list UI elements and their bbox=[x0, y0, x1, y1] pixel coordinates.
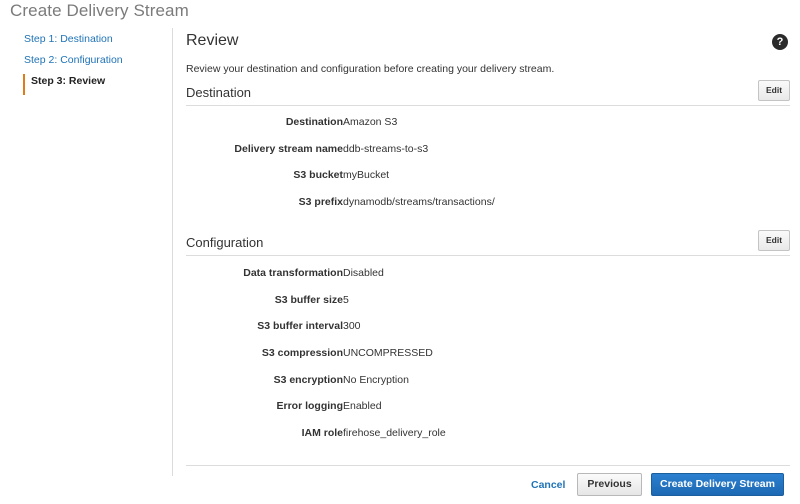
review-heading: Review bbox=[186, 32, 239, 49]
row-value: Amazon S3 bbox=[343, 116, 398, 128]
configuration-section-title: Configuration bbox=[186, 235, 264, 250]
row-value: dynamodb/streams/transactions/ bbox=[343, 196, 495, 208]
destination-section-header: Destination Edit bbox=[186, 80, 790, 106]
footer-divider bbox=[186, 465, 790, 466]
row-key: Delivery stream name bbox=[234, 143, 343, 155]
cancel-link[interactable]: Cancel bbox=[531, 479, 565, 491]
s3-bucket-row: S3 bucket myBucket bbox=[186, 169, 790, 185]
destination-edit-button[interactable]: Edit bbox=[758, 80, 790, 101]
iam-role-row: IAM role firehose_delivery_role bbox=[186, 427, 790, 443]
row-value: ddb-streams-to-s3 bbox=[343, 143, 429, 155]
row-key: S3 buffer size bbox=[274, 294, 343, 306]
data-transformation-row: Data transformation Disabled bbox=[186, 267, 790, 283]
sidebar-divider bbox=[172, 28, 173, 476]
row-key: S3 buffer interval bbox=[257, 320, 343, 332]
row-value: No Encryption bbox=[343, 374, 409, 386]
row-value: UNCOMPRESSED bbox=[343, 347, 433, 359]
help-icon[interactable]: ? bbox=[772, 34, 788, 50]
row-key: S3 encryption bbox=[273, 374, 343, 386]
review-description: Review your destination and configuratio… bbox=[186, 63, 555, 75]
row-key: S3 prefix bbox=[298, 196, 343, 208]
row-value: Enabled bbox=[343, 400, 382, 412]
row-value: 5 bbox=[343, 294, 349, 306]
s3-encryption-row: S3 encryption No Encryption bbox=[186, 374, 790, 390]
delivery-stream-name-row: Delivery stream name ddb-streams-to-s3 bbox=[186, 143, 790, 159]
row-key: Destination bbox=[285, 116, 343, 128]
row-key: IAM role bbox=[301, 427, 343, 439]
row-value: firehose_delivery_role bbox=[343, 427, 446, 439]
destination-section-title: Destination bbox=[186, 85, 252, 100]
page-title: Create Delivery Stream bbox=[10, 1, 189, 20]
s3-buffer-interval-row: S3 buffer interval 300 bbox=[186, 320, 790, 336]
step-destination-link[interactable]: Step 1: Destination bbox=[24, 32, 172, 53]
destination-row: Destination Amazon S3 bbox=[186, 116, 790, 132]
configuration-edit-button[interactable]: Edit bbox=[758, 230, 790, 251]
wizard-steps: Step 1: Destination Step 2: Configuratio… bbox=[23, 32, 172, 95]
configuration-section-header: Configuration Edit bbox=[186, 230, 790, 256]
step-review-current: Step 3: Review bbox=[23, 74, 172, 95]
row-value: myBucket bbox=[343, 169, 390, 181]
row-value: 300 bbox=[343, 320, 361, 332]
row-key: S3 compression bbox=[261, 347, 343, 359]
error-logging-row: Error logging Enabled bbox=[186, 400, 790, 416]
s3-prefix-row: S3 prefix dynamodb/streams/transactions/ bbox=[186, 196, 790, 212]
row-key: Data transformation bbox=[243, 267, 343, 279]
previous-button[interactable]: Previous bbox=[577, 473, 642, 496]
s3-compression-row: S3 compression UNCOMPRESSED bbox=[186, 347, 790, 363]
step-configuration-link[interactable]: Step 2: Configuration bbox=[24, 53, 172, 74]
row-key: Error logging bbox=[276, 400, 344, 412]
create-delivery-stream-button[interactable]: Create Delivery Stream bbox=[651, 473, 784, 496]
s3-buffer-size-row: S3 buffer size 5 bbox=[186, 294, 790, 310]
row-value: Disabled bbox=[343, 267, 384, 279]
row-key: S3 bucket bbox=[293, 169, 343, 181]
